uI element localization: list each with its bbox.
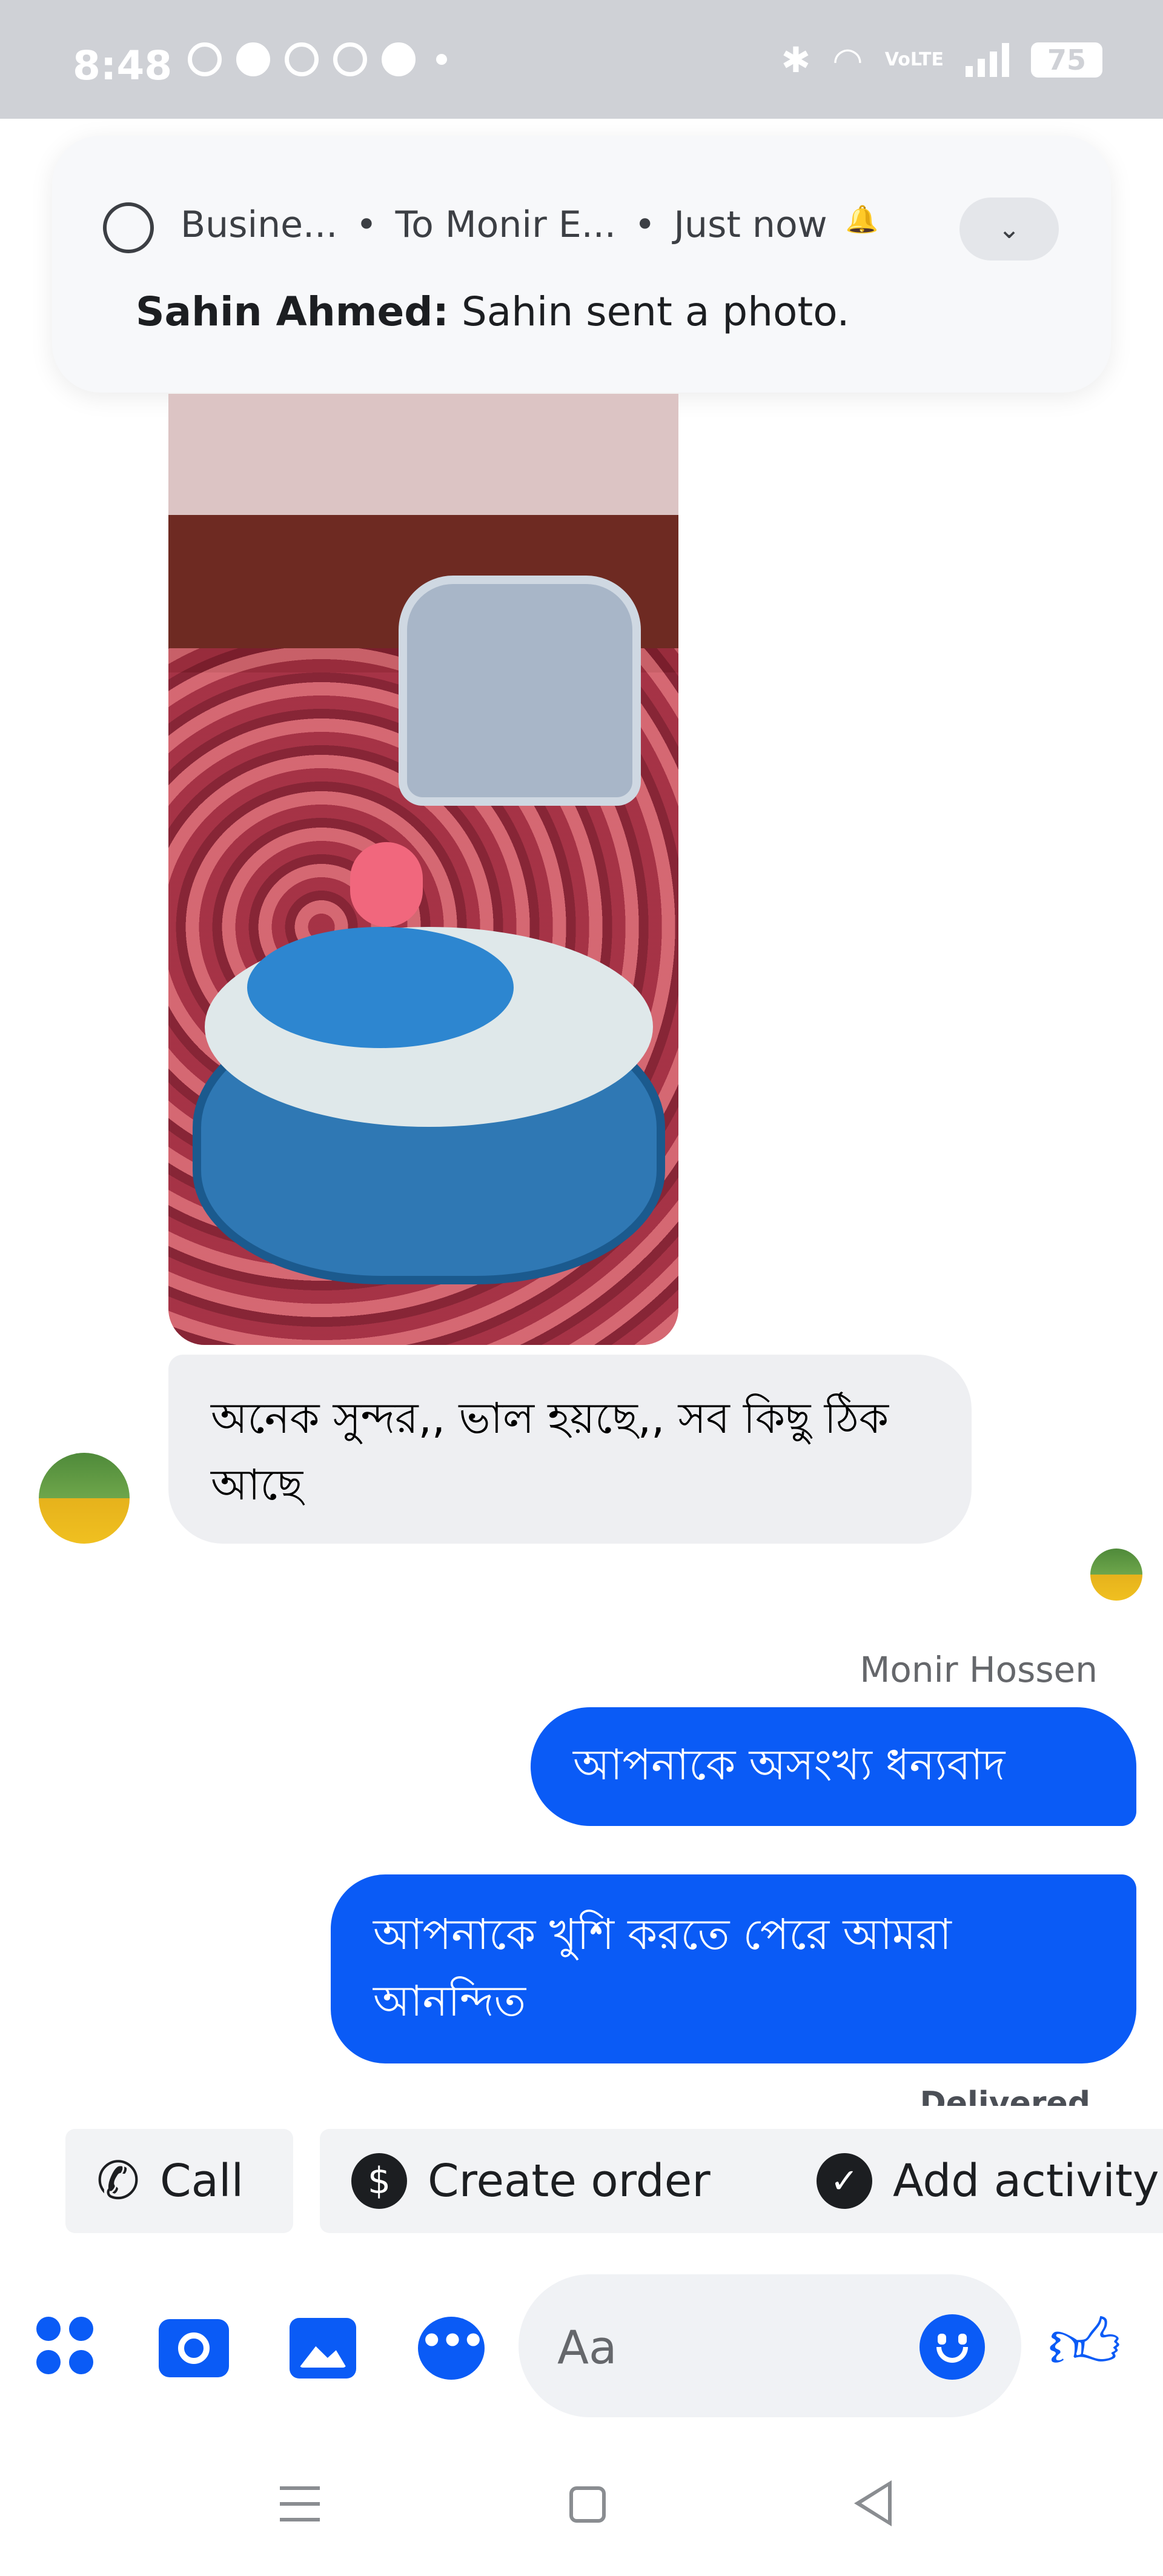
photo-toy-duck bbox=[350, 842, 423, 927]
phone-icon: ✆ bbox=[96, 2151, 141, 2211]
gallery-icon[interactable] bbox=[290, 2318, 356, 2378]
message-input[interactable]: Aa bbox=[519, 2274, 1021, 2417]
alert-bell-icon: 🔔 bbox=[845, 204, 879, 235]
message-composer: ••• Aa 👍︎ bbox=[0, 2268, 1163, 2417]
call-button[interactable]: ✆ Call bbox=[65, 2129, 293, 2233]
separator: • bbox=[634, 204, 656, 246]
notification-time: Just now bbox=[674, 204, 827, 246]
sent-message-bubble[interactable]: আপনাকে অসংখ্য ধন্যবাদ bbox=[531, 1707, 1136, 1826]
system-navigation-bar bbox=[0, 2443, 1163, 2576]
business-suite-icon bbox=[285, 42, 319, 76]
notification-message: Sahin sent a photo. bbox=[461, 288, 850, 335]
business-suite-icon bbox=[103, 202, 154, 253]
create-order-button[interactable]: $ Create order bbox=[320, 2129, 825, 2233]
back-button[interactable] bbox=[854, 2480, 892, 2526]
camera-icon[interactable] bbox=[159, 2319, 229, 2377]
add-activity-button[interactable]: ✓ Add activity bbox=[785, 2129, 1163, 2233]
notification-app-name: Busine... bbox=[181, 204, 338, 246]
quick-actions-bar: ✆ Call $ Create order ✓ Add activity bbox=[65, 2129, 1163, 2233]
volte-icon: VoLTE bbox=[884, 49, 944, 70]
notification-header: Busine... • To Monir E... • Just now 🔔 bbox=[181, 204, 879, 246]
facebook-icon bbox=[382, 42, 416, 76]
emoji-icon[interactable] bbox=[919, 2314, 985, 2380]
photo-bedsheet bbox=[168, 394, 678, 515]
message-input-placeholder: Aa bbox=[557, 2320, 617, 2374]
notification-icons bbox=[188, 42, 447, 76]
chevron-down-icon: ⌄ bbox=[998, 213, 1021, 245]
sender-name: Monir Hossen bbox=[860, 1649, 1098, 1690]
notification-recipient: To Monir E... bbox=[395, 204, 616, 246]
photo-walker-toy-panel bbox=[247, 927, 514, 1048]
received-photo[interactable] bbox=[168, 394, 678, 1345]
status-time: 8:48 bbox=[73, 42, 173, 89]
system-icons: ✱ ◠ VoLTE 75 bbox=[781, 42, 1102, 78]
expand-chevron-button[interactable]: ⌄ bbox=[959, 198, 1059, 261]
notification-sender: Sahin Ahmed: bbox=[136, 288, 449, 335]
checkmark-icon: ✓ bbox=[817, 2153, 872, 2209]
received-message-bubble[interactable]: অনেক সুন্দর,, ভাল হয়ছে,, সব কিছু ঠিক আছ… bbox=[168, 1355, 972, 1544]
status-bar: 8:48 ✱ ◠ VoLTE 75 bbox=[0, 0, 1163, 119]
create-order-label: Create order bbox=[428, 2155, 711, 2207]
home-button[interactable] bbox=[569, 2486, 606, 2523]
delivery-status: Delivered bbox=[919, 2085, 1090, 2106]
call-label: Call bbox=[160, 2155, 244, 2207]
bluetooth-icon: ✱ bbox=[781, 39, 811, 81]
business-suite-icon bbox=[188, 42, 222, 76]
saved-replies-icon[interactable]: ••• bbox=[418, 2317, 485, 2380]
more-dot-icon bbox=[436, 54, 447, 65]
signal-icon bbox=[966, 43, 1009, 77]
sent-message-bubble[interactable]: আপনাকে খুশি করতে পেরে আমরা আনন্দিত bbox=[331, 1874, 1136, 2063]
dollar-icon: $ bbox=[351, 2153, 407, 2209]
battery-icon: 75 bbox=[1031, 42, 1102, 78]
chat-bubble-icon bbox=[236, 42, 270, 76]
wifi-icon: ◠ bbox=[832, 39, 863, 81]
thumbs-up-icon[interactable]: 👍︎ bbox=[1048, 2308, 1121, 2381]
apps-menu-icon[interactable] bbox=[36, 2317, 94, 2375]
notification-body: Sahin Ahmed: Sahin sent a photo. bbox=[136, 288, 849, 335]
seen-avatar bbox=[1090, 1549, 1142, 1601]
recent-apps-button[interactable] bbox=[280, 2486, 320, 2521]
add-activity-label: Add activity bbox=[893, 2155, 1159, 2207]
separator: • bbox=[356, 204, 377, 246]
heads-up-notification[interactable]: Busine... • To Monir E... • Just now 🔔 ⌄… bbox=[52, 136, 1111, 393]
contact-avatar[interactable] bbox=[39, 1453, 130, 1544]
photo-walker-seat bbox=[399, 576, 641, 806]
sync-icon bbox=[333, 42, 367, 76]
